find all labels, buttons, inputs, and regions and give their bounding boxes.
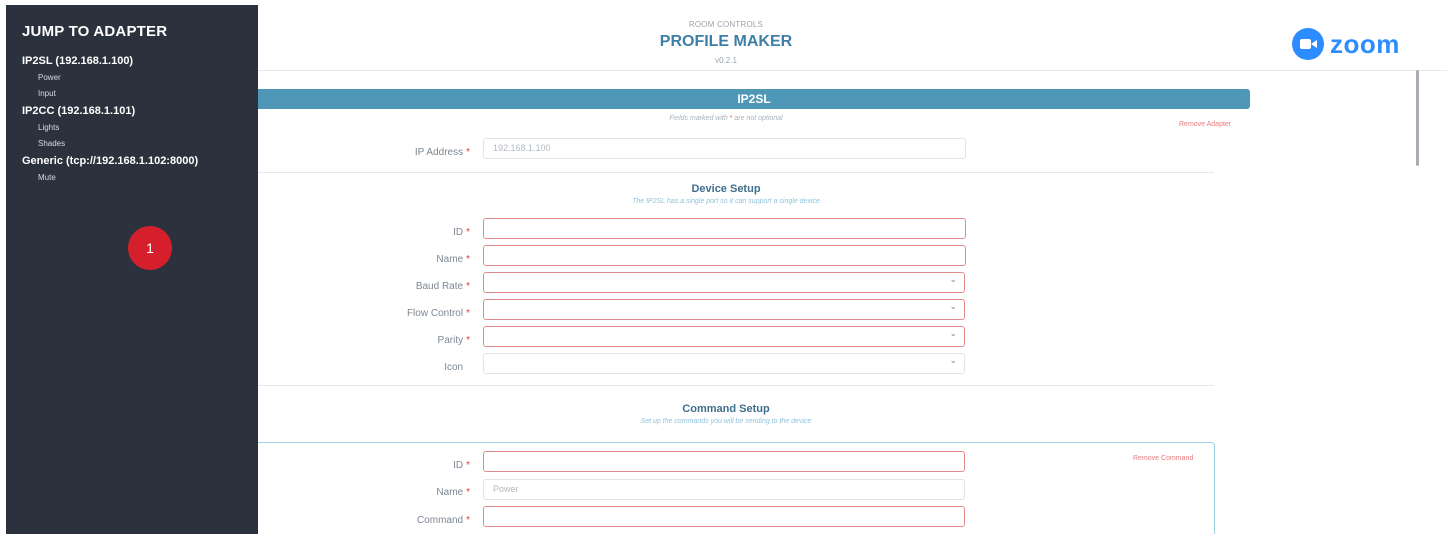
callout-badge: 1 [128,226,172,270]
zoom-logo: zoom [1292,27,1400,61]
device-name-input[interactable] [483,245,966,266]
sidebar-adapter-ip2cc[interactable]: IP2CC (192.168.1.101) [22,102,252,120]
device-name-label: Name * [436,254,470,265]
section-divider [258,385,1214,386]
baud-rate-select[interactable] [483,270,965,293]
sidebar-adapter-generic[interactable]: Generic (tcp://192.168.1.102:8000) [22,152,252,170]
app-version: v0.2.1 [715,56,737,65]
command-id-input[interactable] [483,451,965,472]
device-id-input[interactable] [483,218,966,239]
command-id-label: ID * [453,460,470,471]
parity-label: Parity * [437,335,470,346]
zoom-camera-icon [1292,28,1324,60]
sidebar-command-input[interactable]: Input [22,86,252,102]
ip-address-label: IP Address * [414,147,470,158]
device-setup-subtitle: The IP2SL has a single port so it can su… [632,198,820,205]
flow-control-select[interactable] [483,297,965,320]
sidebar-command-lights[interactable]: Lights [22,120,252,136]
zoom-logo-text: zoom [1330,28,1400,59]
sidebar-title: JUMP TO ADAPTER [22,23,168,40]
ip-address-input[interactable]: 192.168.1.100 [483,138,966,159]
adapter-header-bar: IP2SL [258,89,1250,109]
sidebar-adapter-ip2sl[interactable]: IP2SL (192.168.1.100) [22,52,252,70]
command-value-label: Command * [416,515,470,526]
sidebar-command-mute[interactable]: Mute [22,170,252,186]
header-kicker: ROOM CONTROLS [688,20,764,29]
parity-select[interactable] [483,324,965,347]
page-scrollbar[interactable] [1416,70,1419,166]
required-fields-note: Fields marked with * are not optional [669,115,783,122]
icon-label: Icon* [444,362,464,373]
command-value-input[interactable] [483,506,965,527]
page-title: PROFILE MAKER [659,33,793,50]
remove-command-link[interactable]: Remove Command [1133,455,1193,462]
adapter-nav-list: IP2SL (192.168.1.100) Power Input IP2CC … [22,52,252,186]
remove-adapter-link[interactable]: Remove Adapter [1179,121,1231,128]
flow-control-label: Flow Control * [406,308,470,319]
page-header: ROOM CONTROLS PROFILE MAKER v0.2.1 [258,5,1447,71]
icon-select[interactable] [483,351,965,374]
command-name-input[interactable]: Power [483,479,965,500]
device-setup-title: Device Setup [691,183,761,195]
baud-rate-label: Baud Rate * [415,281,470,292]
sidebar-command-shades[interactable]: Shades [22,136,252,152]
section-divider [258,172,1214,173]
command-setup-title: Command Setup [682,403,770,415]
command-setup-subtitle: Set up the commands you will be sending … [640,418,812,425]
sidebar-command-power[interactable]: Power [22,70,252,86]
command-name-label: Name * [436,487,470,498]
device-id-label: ID * [453,227,470,238]
jump-to-adapter-sidebar: JUMP TO ADAPTER IP2SL (192.168.1.100) Po… [6,5,258,534]
profile-maker-app: JUMP TO ADAPTER IP2SL (192.168.1.100) Po… [0,0,1447,534]
